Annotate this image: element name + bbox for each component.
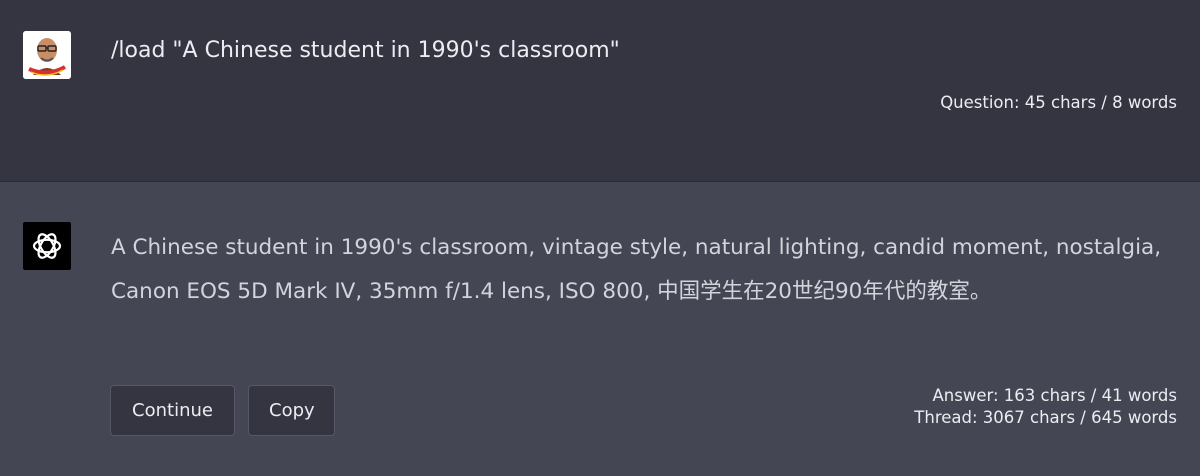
thread-count: Thread: 3067 chars / 645 words	[914, 408, 1177, 427]
answer-stats: Answer: 163 chars / 41 words Thread: 306…	[914, 385, 1177, 429]
question-stats: Question: 45 chars / 8 words	[940, 93, 1177, 112]
openai-logo-icon	[23, 222, 71, 270]
user-avatar-icon	[23, 31, 71, 79]
assistant-message-block: A Chinese student in 1990's classroom, v…	[0, 182, 1200, 476]
answer-count: Answer: 163 chars / 41 words	[932, 386, 1178, 405]
continue-button[interactable]: Continue	[110, 385, 235, 436]
user-message-text: /load "A Chinese student in 1990's class…	[111, 38, 620, 63]
user-message-block: /load "A Chinese student in 1990's class…	[0, 0, 1200, 182]
copy-button[interactable]: Copy	[248, 385, 335, 436]
assistant-message-text: A Chinese student in 1990's classroom, v…	[111, 235, 1162, 304]
